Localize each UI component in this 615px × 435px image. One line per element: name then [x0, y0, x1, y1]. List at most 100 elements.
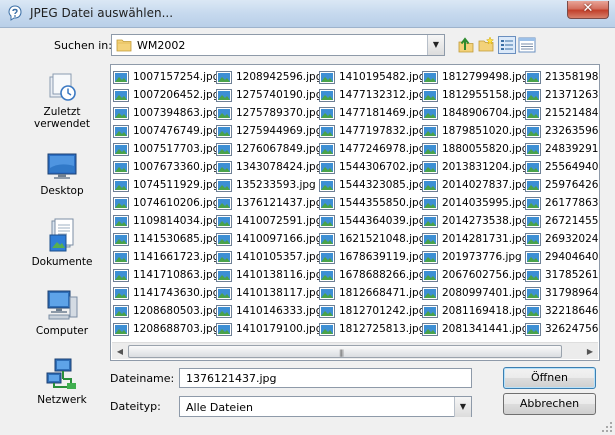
file-item[interactable]: 3262475601.jpg	[525, 320, 599, 338]
file-item[interactable]: 2617786375.jpg	[525, 194, 599, 212]
file-item[interactable]: 1376121437.jpg	[216, 194, 322, 212]
file-item[interactable]: 2081169418.jpg	[422, 302, 528, 320]
file-item[interactable]: 1477181469.jpg	[319, 104, 425, 122]
up-folder-icon[interactable]	[457, 36, 475, 54]
file-item[interactable]: 2597642614.jpg	[525, 176, 599, 194]
file-item[interactable]: 1410179100.jpg	[216, 320, 322, 338]
chevron-down-icon[interactable]: ▼	[454, 397, 471, 417]
file-item[interactable]: 1410195482.jpg	[319, 68, 425, 86]
place-computer[interactable]: Computer	[27, 288, 97, 337]
file-item[interactable]: 2067602756.jpg	[422, 266, 528, 284]
place-recent[interactable]: Zuletzt verwendet	[27, 71, 97, 130]
file-item[interactable]: 1074610206.jpg	[113, 194, 219, 212]
file-item[interactable]: 1544364039.jpg	[319, 212, 425, 230]
file-item[interactable]: 1812668471.jpg	[319, 284, 425, 302]
file-item[interactable]: 1544323085.jpg	[319, 176, 425, 194]
file-item[interactable]: 1275789370.jpg	[216, 104, 322, 122]
file-item[interactable]: 1109814034.jpg	[113, 212, 219, 230]
scroll-thumb[interactable]: |||	[128, 345, 562, 358]
file-name: 1410105357.jpg	[236, 251, 323, 263]
file-item[interactable]: 1880055820.jpg	[422, 140, 528, 158]
file-item[interactable]: 1477246978.jpg	[319, 140, 425, 158]
file-item[interactable]: 1812725813.jpg	[319, 320, 425, 338]
scroll-right-icon[interactable]: ▶	[583, 345, 597, 358]
filename-input[interactable]: 1376121437.jpg	[179, 368, 472, 388]
file-item[interactable]: 2326359670.jpg	[525, 122, 599, 140]
file-item[interactable]: 1678639119.jpg	[319, 248, 425, 266]
file-item[interactable]: 1812799498.jpg	[422, 68, 528, 86]
file-item[interactable]: 1074511929.jpg	[113, 176, 219, 194]
file-item[interactable]: 1007673360.jpg	[113, 158, 219, 176]
file-item[interactable]: 3179896464.jpg	[525, 284, 599, 302]
file-item[interactable]: 3221864616.jpg	[525, 302, 599, 320]
place-network[interactable]: Netzwerk	[27, 357, 97, 406]
file-item[interactable]: 1141530685.jpg	[113, 230, 219, 248]
file-item[interactable]: 1678688266.jpg	[319, 266, 425, 284]
open-button[interactable]: Öffnen	[503, 367, 596, 389]
file-item[interactable]: 2014273538.jpg	[422, 212, 528, 230]
file-item[interactable]: 2013831204.jpg	[422, 158, 528, 176]
new-folder-icon[interactable]	[477, 36, 495, 54]
file-item[interactable]: 1208942596.jpg	[216, 68, 322, 86]
file-item[interactable]: 1621521048.jpg	[319, 230, 425, 248]
file-item[interactable]: 1410138116.jpg	[216, 266, 322, 284]
file-item[interactable]: 1410105357.jpg	[216, 248, 323, 266]
file-item[interactable]: 1275740190.jpg	[216, 86, 322, 104]
file-item[interactable]: 2137126368.jpg	[525, 86, 599, 104]
file-item[interactable]: 2135819826.jpg	[525, 68, 599, 86]
file-item[interactable]: 1879851020.jpg	[422, 122, 528, 140]
file-item[interactable]: 2014281731.jpg	[422, 230, 528, 248]
details-view-icon[interactable]	[518, 36, 536, 54]
file-item[interactable]: 2014035995.jpg	[422, 194, 528, 212]
file-list[interactable]: 1007157254.jpg 1007206452.jpg 1007394863.j…	[110, 64, 600, 361]
file-item[interactable]: 1141743630.jpg	[113, 284, 219, 302]
file-item[interactable]: 201973776.jpg	[422, 248, 525, 266]
file-item[interactable]: 1410138117.jpg	[216, 284, 322, 302]
file-item[interactable]: 1848906704.jpg	[422, 104, 528, 122]
file-item[interactable]: 1141710863.jpg	[113, 266, 219, 284]
file-item[interactable]: 1477197832.jpg	[319, 122, 425, 140]
resize-grip-icon[interactable]	[601, 421, 613, 433]
file-item[interactable]: 1007517703.jpg	[113, 140, 219, 158]
file-item[interactable]: 2152148435.jpg	[525, 104, 599, 122]
file-item[interactable]: 1343078424.jpg	[216, 158, 322, 176]
file-item[interactable]: 1410097166.jpg	[216, 230, 322, 248]
file-item[interactable]: 1410072591.jpg	[216, 212, 322, 230]
file-item[interactable]: 1208680503.jpg	[113, 302, 219, 320]
file-item[interactable]: 1007157254.jpg	[113, 68, 219, 86]
file-item[interactable]: 1007476749.jpg	[113, 122, 219, 140]
look-in-dropdown[interactable]: WM2002 ▼	[111, 34, 445, 56]
place-desktop[interactable]: Desktop	[27, 150, 97, 197]
file-item[interactable]: 135233593.jpg	[216, 176, 319, 194]
filetype-dropdown[interactable]: Alle Dateien ▼	[179, 396, 472, 417]
file-item[interactable]: 3178526111.jpg	[525, 266, 599, 284]
place-documents[interactable]: Dokumente	[27, 217, 97, 268]
file-item[interactable]: 2080997401.jpg	[422, 284, 528, 302]
file-item[interactable]: 2940464017.jpg	[525, 248, 599, 266]
file-item[interactable]: 1544306702.jpg	[319, 158, 425, 176]
file-item[interactable]: 2081341441.jpg	[422, 320, 528, 338]
file-item[interactable]: 1812701242.jpg	[319, 302, 425, 320]
close-button[interactable]: ✕	[567, 1, 609, 19]
file-item[interactable]: 2014027837.jpg	[422, 176, 528, 194]
file-item[interactable]: 2693202458.jpg	[525, 230, 599, 248]
list-view-icon[interactable]	[498, 36, 516, 54]
file-item[interactable]: 1208688703.jpg	[113, 320, 219, 338]
horizontal-scrollbar[interactable]: ◀ ||| ▶	[112, 342, 598, 359]
scroll-left-icon[interactable]: ◀	[113, 345, 127, 358]
file-item[interactable]: 1141661723.jpg	[113, 248, 219, 266]
file-item[interactable]: 1477132312.jpg	[319, 86, 425, 104]
file-item[interactable]: 1410146333.jpg	[216, 302, 322, 320]
file-item[interactable]: 1544355850.jpg	[319, 194, 425, 212]
cancel-button[interactable]: Abbrechen	[503, 393, 596, 415]
file-item[interactable]: 1812955158.jpg	[422, 86, 528, 104]
chevron-down-icon[interactable]: ▼	[427, 35, 444, 55]
file-item[interactable]: 2672145509.jpg	[525, 212, 599, 230]
file-item[interactable]: 1276067849.jpg	[216, 140, 322, 158]
file-item[interactable]: 1007206452.jpg	[113, 86, 219, 104]
file-item[interactable]: 2556494085.jpg	[525, 158, 599, 176]
file-item[interactable]: 1275944969.jpg	[216, 122, 322, 140]
title-bar[interactable]: JPEG Datei auswählen... ✕	[0, 0, 615, 28]
file-item[interactable]: 1007394863.jpg	[113, 104, 219, 122]
file-item[interactable]: 2483929116.jpg	[525, 140, 599, 158]
